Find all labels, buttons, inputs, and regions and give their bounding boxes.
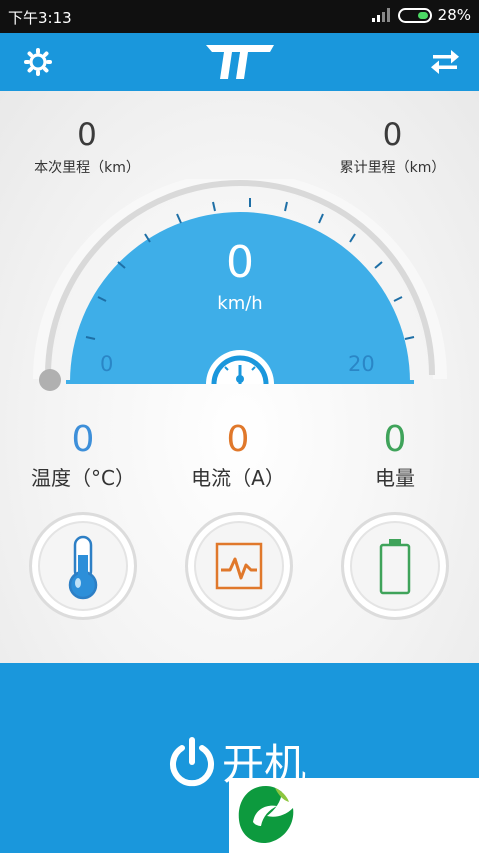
status-time: 下午3:13 [8,9,72,27]
thermometer-icon [68,535,98,600]
trip-distance-label: 本次里程（km） [34,160,140,176]
speed-unit: km/h [217,293,263,314]
gear-icon[interactable] [20,46,56,78]
speed-gauge: 0 20 [33,179,447,391]
battery-percent: 28% [437,6,471,24]
swap-arrows-icon[interactable] [429,46,461,78]
temperature-metric: 0 温度（°C） [13,419,153,491]
current-value: 0 [226,419,250,460]
battery-icon [397,7,432,23]
signal-icon [371,8,390,22]
battery-level-icon [379,539,411,595]
watermark-badge [229,778,479,853]
dashboard: 0 本次里程（km） 0 累计里程（km） 0 20 0 km/h 0 温度（°… [0,91,479,663]
app-header [0,33,479,91]
total-distance-label: 累计里程（km） [339,160,446,176]
temperature-button[interactable] [29,512,137,620]
battery-button[interactable] [341,512,449,620]
gauge-min-label: 0 [100,352,113,376]
battery-level-label: 电量 [375,466,415,490]
current-button[interactable] [185,512,293,620]
gauge-max-label: 20 [348,352,375,376]
pulse-wave-icon [215,542,263,590]
current-metric: 0 电流（A） [168,419,308,491]
power-icon [170,736,214,786]
brand-logo-icon [206,45,274,79]
total-distance-value: 0 [382,117,403,153]
trip-distance: 0 本次里程（km） [22,117,152,177]
leaf-logo-icon [238,786,294,844]
speed-value: 0 [226,237,254,288]
battery-level-value: 0 [383,419,407,460]
trip-distance-value: 0 [77,117,97,153]
current-label: 电流（A） [191,466,285,490]
battery-metric: 0 电量 [325,419,465,491]
total-distance: 0 累计里程（km） [330,117,455,177]
status-right: 28% [371,6,471,24]
status-bar: 下午3:13 28% [0,0,479,33]
temperature-label: 温度（°C） [31,466,135,490]
temperature-value: 0 [71,419,95,460]
